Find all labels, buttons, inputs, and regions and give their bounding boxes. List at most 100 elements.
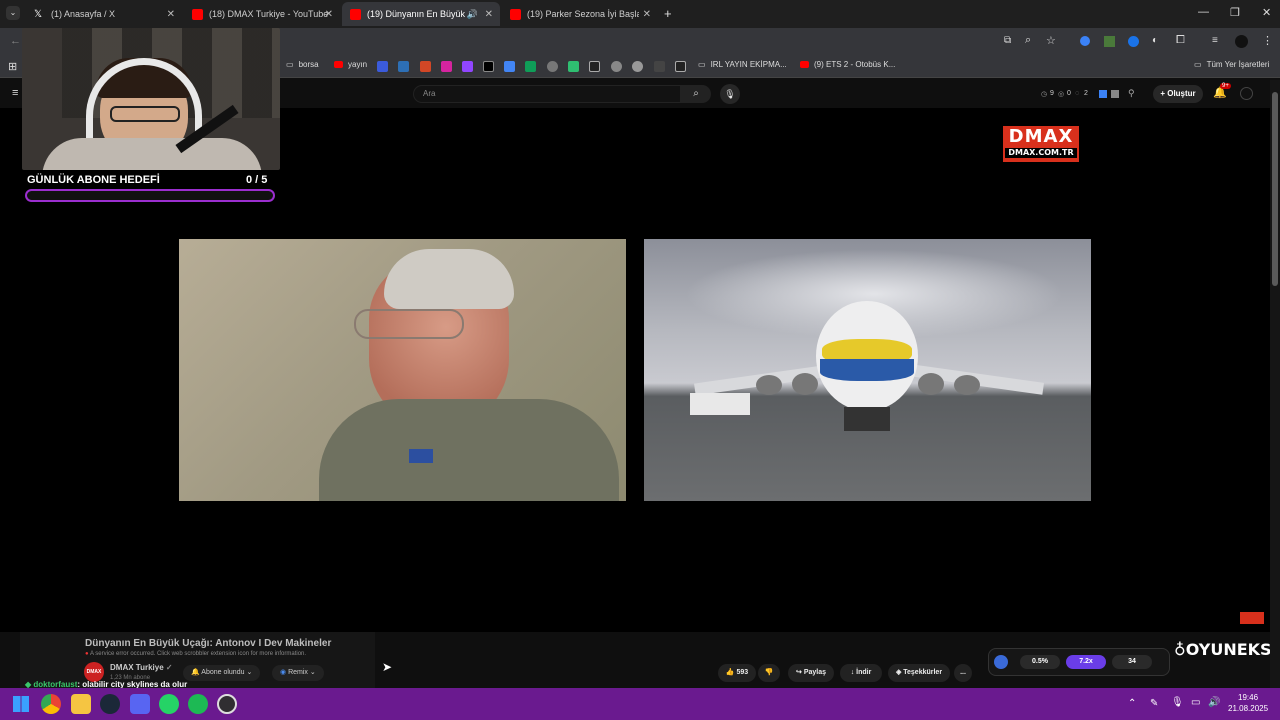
minimize-icon[interactable]: —: [1198, 6, 1209, 18]
tab-parker[interactable]: (19) Parker Sezona İyi Başladı | ✕: [502, 2, 658, 26]
bookmark-icon[interactable]: [547, 61, 558, 72]
oyuneks-logo-text: OYUNEKS: [1185, 640, 1272, 659]
subscriber-goal-count: 0 / 5: [246, 174, 268, 186]
create-label: Oluştur: [1167, 89, 1196, 98]
zoom-icon[interactable]: ⌕: [1025, 34, 1031, 47]
speed-value-active[interactable]: 7.2x: [1066, 655, 1106, 669]
extension-icon[interactable]: [1080, 36, 1090, 46]
instagram-icon[interactable]: [441, 61, 452, 72]
account-avatar[interactable]: [1240, 87, 1253, 100]
speed-value[interactable]: 0.5%: [1020, 655, 1060, 669]
close-window-icon[interactable]: ✕: [1262, 6, 1271, 19]
search-button[interactable]: ⌕: [681, 85, 711, 103]
extension-icon[interactable]: [1111, 90, 1119, 98]
man-hair: [384, 249, 514, 309]
bookmark-icon[interactable]: [654, 61, 665, 72]
bookmark-ets2[interactable]: (9) ETS 2 - Otobüs K...: [800, 60, 895, 69]
tab-current-video[interactable]: (19) Dünyanın En Büyük Uç 🔊 ✕: [342, 2, 500, 26]
video-panel-airplane: [644, 239, 1091, 501]
obs-icon[interactable]: [217, 694, 237, 714]
bookmark-label: yayın: [348, 60, 368, 69]
profile-icon[interactable]: [1235, 35, 1248, 48]
system-clock[interactable]: 19:46 21.08.2025: [1228, 692, 1268, 714]
twitch-icon[interactable]: [462, 61, 473, 72]
channel-name[interactable]: DMAX Turkiye ✓: [110, 663, 173, 672]
mic-button[interactable]: 🎙: [720, 84, 740, 104]
tab-dmax-channel[interactable]: (18) DMAX Turkiye - YouTube ✕: [184, 2, 340, 26]
bookmark-irl[interactable]: ▭ IRL YAYIN EKİPMA...: [698, 60, 787, 69]
subscribed-button[interactable]: 🔔 Abone olundu ⌄: [183, 665, 261, 681]
bookmark-icon[interactable]: [568, 61, 579, 72]
bookmark-icon[interactable]: [589, 61, 600, 72]
streamer-webcam: [22, 28, 280, 170]
bookmark-icon[interactable]: [398, 61, 409, 72]
discord-icon[interactable]: [130, 694, 150, 714]
close-icon[interactable]: ✕: [485, 9, 493, 20]
x-icon[interactable]: [483, 61, 494, 72]
extension-icon[interactable]: [1128, 36, 1139, 47]
extension-icon[interactable]: ⚲: [1128, 88, 1135, 99]
speed-widget-icon[interactable]: [994, 655, 1008, 669]
star-icon[interactable]: ☆: [1046, 34, 1056, 47]
back-icon[interactable]: ←: [10, 35, 21, 47]
chrome-icon[interactable]: [41, 694, 61, 714]
apps-icon[interactable]: ⊞: [8, 60, 17, 73]
speaker-icon[interactable]: 🔊: [467, 9, 478, 20]
man-glasses: [354, 309, 464, 339]
scrollbar-thumb[interactable]: [1272, 92, 1278, 286]
close-icon[interactable]: ✕: [643, 9, 651, 20]
more-actions-button[interactable]: ...: [954, 664, 972, 682]
subscriber-goal-bar: [25, 189, 275, 202]
speed-value[interactable]: 34: [1112, 655, 1152, 669]
cast-icon[interactable]: ⧉: [1004, 35, 1011, 46]
volume-icon[interactable]: 🔊: [1208, 697, 1220, 708]
search-input[interactable]: Ara: [413, 85, 681, 103]
download-button[interactable]: ↓ İndir: [840, 664, 882, 682]
video-title: Dünyanın En Büyük Uçağı: Antonov I Dev M…: [85, 638, 332, 649]
clock-time: 19:46: [1238, 693, 1259, 702]
share-button[interactable]: ↪ Paylaş: [788, 664, 834, 682]
bookmark-icon[interactable]: [675, 61, 686, 72]
create-button[interactable]: + Oluştur: [1153, 85, 1203, 103]
bookmark-yayin[interactable]: yayın: [334, 60, 367, 69]
puzzle-icon[interactable]: ⧠: [1176, 34, 1185, 47]
thanks-button[interactable]: ◈ Teşekkürler: [888, 664, 950, 682]
more-icon[interactable]: ⋮: [1262, 34, 1273, 47]
restore-icon[interactable]: ❐: [1230, 6, 1240, 19]
notification-badge: 9+: [1220, 83, 1231, 89]
bookmark-icon[interactable]: [377, 61, 388, 72]
chevron-up-icon[interactable]: ⌃: [1128, 698, 1136, 709]
like-button[interactable]: 👍 593: [718, 664, 756, 682]
windows-start-icon[interactable]: [13, 696, 29, 712]
tab-x[interactable]: 𝕏 (1) Anasayfa / X ✕: [26, 2, 182, 26]
stat-user-icon: ◌: [1075, 90, 1080, 97]
mic-tray-icon[interactable]: 🎙: [1171, 697, 1184, 708]
remix-icon: ◉: [280, 669, 289, 676]
channel-avatar[interactable]: DMAX: [84, 662, 104, 682]
close-icon[interactable]: ✕: [325, 9, 333, 20]
pen-icon[interactable]: ✎: [1150, 698, 1158, 709]
monitor-icon[interactable]: ▭: [1191, 697, 1200, 708]
bookmark-borsa[interactable]: ▭ borsa: [286, 60, 319, 69]
docs-icon[interactable]: [504, 61, 515, 72]
close-icon[interactable]: ✕: [167, 9, 175, 20]
bookmark-icon[interactable]: [632, 61, 643, 72]
extension-icon[interactable]: [1104, 36, 1115, 47]
remix-button[interactable]: ◉ Remix ⌄: [272, 665, 324, 681]
whatsapp-icon[interactable]: [159, 694, 179, 714]
sheets-icon[interactable]: [525, 61, 536, 72]
bookmark-all[interactable]: ▭ Tüm Yer İşaretleri: [1194, 60, 1269, 69]
file-explorer-icon[interactable]: [71, 694, 91, 714]
tab-search-button[interactable]: ⌄: [6, 6, 20, 20]
new-tab-button[interactable]: +: [664, 6, 672, 21]
menu-icon[interactable]: ≡: [1212, 35, 1218, 46]
extension-icon[interactable]: ◐: [1152, 35, 1158, 46]
dislike-button[interactable]: 👎: [758, 664, 780, 682]
extension-icon[interactable]: [1099, 90, 1107, 98]
bookmark-icon[interactable]: [611, 61, 622, 72]
bookmark-icon[interactable]: [420, 61, 431, 72]
plane-engine: [918, 373, 944, 395]
hamburger-icon[interactable]: ≡: [12, 87, 18, 99]
spotify-icon[interactable]: [188, 694, 208, 714]
steam-icon[interactable]: [100, 694, 120, 714]
